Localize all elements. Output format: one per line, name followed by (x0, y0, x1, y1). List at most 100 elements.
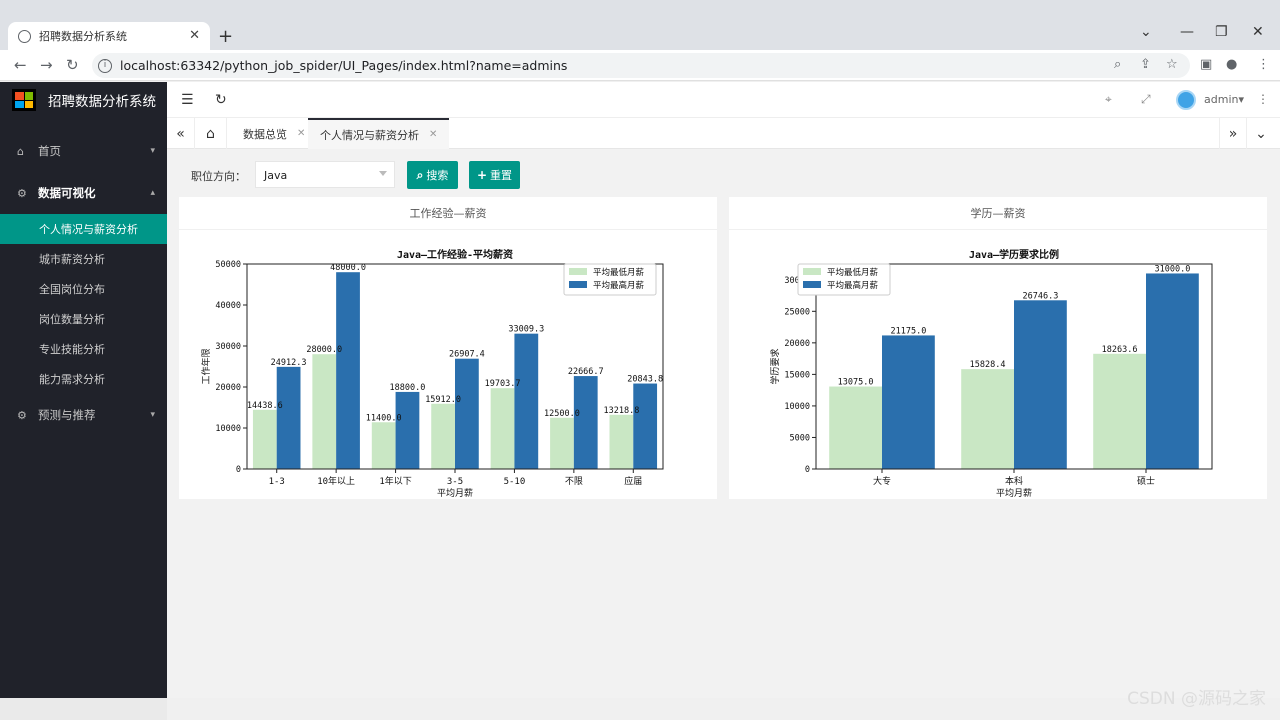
bottom-strip (0, 698, 167, 720)
bar (1014, 300, 1067, 469)
tab-overview[interactable]: 数据总览 ✕ (231, 118, 317, 149)
home-icon: ⌂ (17, 144, 24, 158)
browser-tab-title: 招聘数据分析系统 (39, 30, 127, 43)
sidebar-item-skills[interactable]: 专业技能分析 (0, 334, 167, 364)
new-tab-icon[interactable]: + (218, 26, 233, 47)
bar (633, 383, 658, 469)
user-menu[interactable]: admin▾ (1204, 93, 1244, 106)
search-icon: ⌕ (416, 167, 424, 182)
tabs-scroll-left-icon[interactable]: « (167, 118, 195, 149)
legend: 平均最低月薪平均最高月薪 (797, 263, 891, 296)
globe-icon (18, 29, 31, 43)
browser-tab[interactable]: 招聘数据分析系统 ✕ (8, 22, 210, 50)
profile-icon[interactable]: ● (1226, 57, 1237, 72)
bar (371, 422, 396, 469)
browser-tabstrip: 招聘数据分析系统 ✕ + ⌄ — ❐ ✕ (0, 0, 1280, 50)
chart-title: Java—工作经验-平均薪资 (397, 248, 513, 261)
y-tick-label: 0 (236, 465, 241, 475)
experience-salary-card: 工作经验—薪资 Java—工作经验-平均薪资 14438.6 28000.0 1140… (179, 197, 717, 499)
sidebar-group-label: 预测与推荐 (38, 408, 96, 422)
bar (490, 388, 515, 469)
plus-icon: + (476, 168, 488, 182)
top-header: ☰ ↻ ⌖ ⤢ admin▾ ⋮ (167, 82, 1280, 118)
y-tick-label: 5000 (790, 433, 810, 443)
tag-icon[interactable]: ⌖ (1105, 92, 1112, 107)
filter-label: 职位方向： (191, 170, 246, 183)
forward-icon[interactable]: → (40, 56, 53, 74)
sidebar-group-prediction[interactable]: ⚙ 预测与推荐 ▾ (0, 394, 167, 436)
experience-salary-chart: Java—工作经验-平均薪资 14438.6 28000.0 11400.0 15912… (200, 248, 664, 499)
legend-label: 平均最低月薪 (593, 267, 645, 278)
minimize-icon[interactable]: — (1180, 24, 1194, 40)
select-value: Java (264, 169, 288, 182)
window-close-icon[interactable]: ✕ (1252, 24, 1264, 40)
address-bar: ← → ↻ i localhost:63342/python_job_spide… (0, 50, 1280, 81)
sidebar-item-abilities[interactable]: 能力需求分析 (0, 364, 167, 394)
y-tick-label: 25000 (784, 307, 810, 317)
restore-icon[interactable]: ❐ (1215, 24, 1228, 40)
y-tick-label: 30000 (215, 342, 241, 352)
data-label: 26907.4 (449, 350, 485, 360)
sidebar-item-job-distribution[interactable]: 全国岗位分布 (0, 274, 167, 304)
education-salary-card: 学历—薪资 Java—学历要求比例 13075.0 15828.4 18263.6 21… (729, 197, 1267, 499)
legend-label: 平均最高月薪 (827, 280, 879, 291)
gear-icon: ⚙ (17, 186, 27, 200)
sidebar-item-personal-salary[interactable]: 个人情况与薪资分析 (0, 214, 167, 244)
zoom-icon[interactable]: ⌕ (1114, 57, 1121, 72)
tab-personal-salary[interactable]: 个人情况与薪资分析 ✕ (308, 118, 450, 149)
bar (882, 335, 935, 469)
sidepanel-icon[interactable]: ▣ (1200, 57, 1212, 72)
bar (1146, 273, 1199, 469)
tabs-menu-chevron-down-icon[interactable]: ⌄ (1247, 118, 1275, 149)
data-label: 19703.7 (485, 379, 521, 389)
refresh-icon[interactable]: ↻ (215, 92, 227, 108)
reload-icon[interactable]: ↻ (66, 56, 79, 74)
sidebar-group-home[interactable]: ⌂ 首页 ▾ (0, 130, 167, 172)
sidebar-item-job-count[interactable]: 岗位数量分析 (0, 304, 167, 334)
close-tab-icon[interactable]: ✕ (189, 28, 200, 43)
y-tick-label: 15000 (784, 370, 810, 380)
bar (573, 376, 598, 469)
data-label: 26746.3 (1022, 291, 1058, 301)
avatar[interactable] (1176, 90, 1196, 110)
close-icon[interactable]: ✕ (297, 128, 305, 139)
reset-button[interactable]: + 重置 (469, 161, 520, 189)
y-tick-label: 20000 (215, 383, 241, 393)
menu-fold-icon[interactable]: ☰ (181, 92, 194, 108)
legend-label: 平均最低月薪 (827, 267, 879, 278)
search-button[interactable]: ⌕ 搜索 (407, 161, 458, 189)
bar (829, 386, 882, 469)
tabs-scroll-right-icon[interactable]: » (1219, 118, 1247, 149)
share-icon[interactable]: ⇪ (1140, 57, 1151, 72)
back-icon[interactable]: ← (14, 56, 27, 74)
data-label: 33009.3 (508, 325, 544, 335)
bar (276, 366, 301, 469)
card-title: 工作经验—薪资 (179, 197, 717, 230)
sidebar: 招聘数据分析系统 ⌂ 首页 ▾ ⚙ 数据可视化 ▴ 个人情况与薪资分析 城市薪资… (0, 82, 167, 698)
data-label: 11400.0 (366, 413, 402, 423)
more-icon[interactable]: ⋮ (1257, 92, 1269, 106)
job-direction-select[interactable]: Java (255, 161, 395, 188)
home-tab-icon[interactable]: ⌂ (195, 118, 227, 149)
chrome-menu-icon[interactable]: ⋮ (1257, 57, 1270, 72)
data-label: 15912.0 (425, 395, 461, 405)
tab-search-icon[interactable]: ⌄ (1140, 24, 1152, 40)
fullscreen-icon[interactable]: ⤢ (1141, 92, 1151, 107)
data-label: 48000.0 (330, 263, 366, 273)
url-text: localhost:63342/python_job_spider/UI_Pag… (120, 58, 568, 73)
sidebar-item-city-salary[interactable]: 城市薪资分析 (0, 244, 167, 274)
card-title: 学历—薪资 (729, 197, 1267, 230)
bar (336, 272, 360, 469)
sidebar-group-visualization[interactable]: ⚙ 数据可视化 ▴ (0, 172, 167, 214)
gear-icon: ⚙ (17, 408, 27, 422)
y-tick-label: 50000 (215, 260, 241, 270)
close-icon[interactable]: ✕ (429, 129, 437, 140)
info-icon[interactable]: i (98, 58, 112, 73)
bar (514, 333, 539, 469)
bookmark-star-icon[interactable]: ☆ (1166, 57, 1178, 72)
data-label: 13075.0 (838, 378, 874, 388)
tab-label: 数据总览 (243, 127, 287, 141)
tab-label: 个人情况与薪资分析 (320, 128, 419, 142)
url-bar[interactable]: i localhost:63342/python_job_spider/UI_P… (92, 53, 1190, 78)
y-tick-label: 20000 (784, 339, 810, 349)
